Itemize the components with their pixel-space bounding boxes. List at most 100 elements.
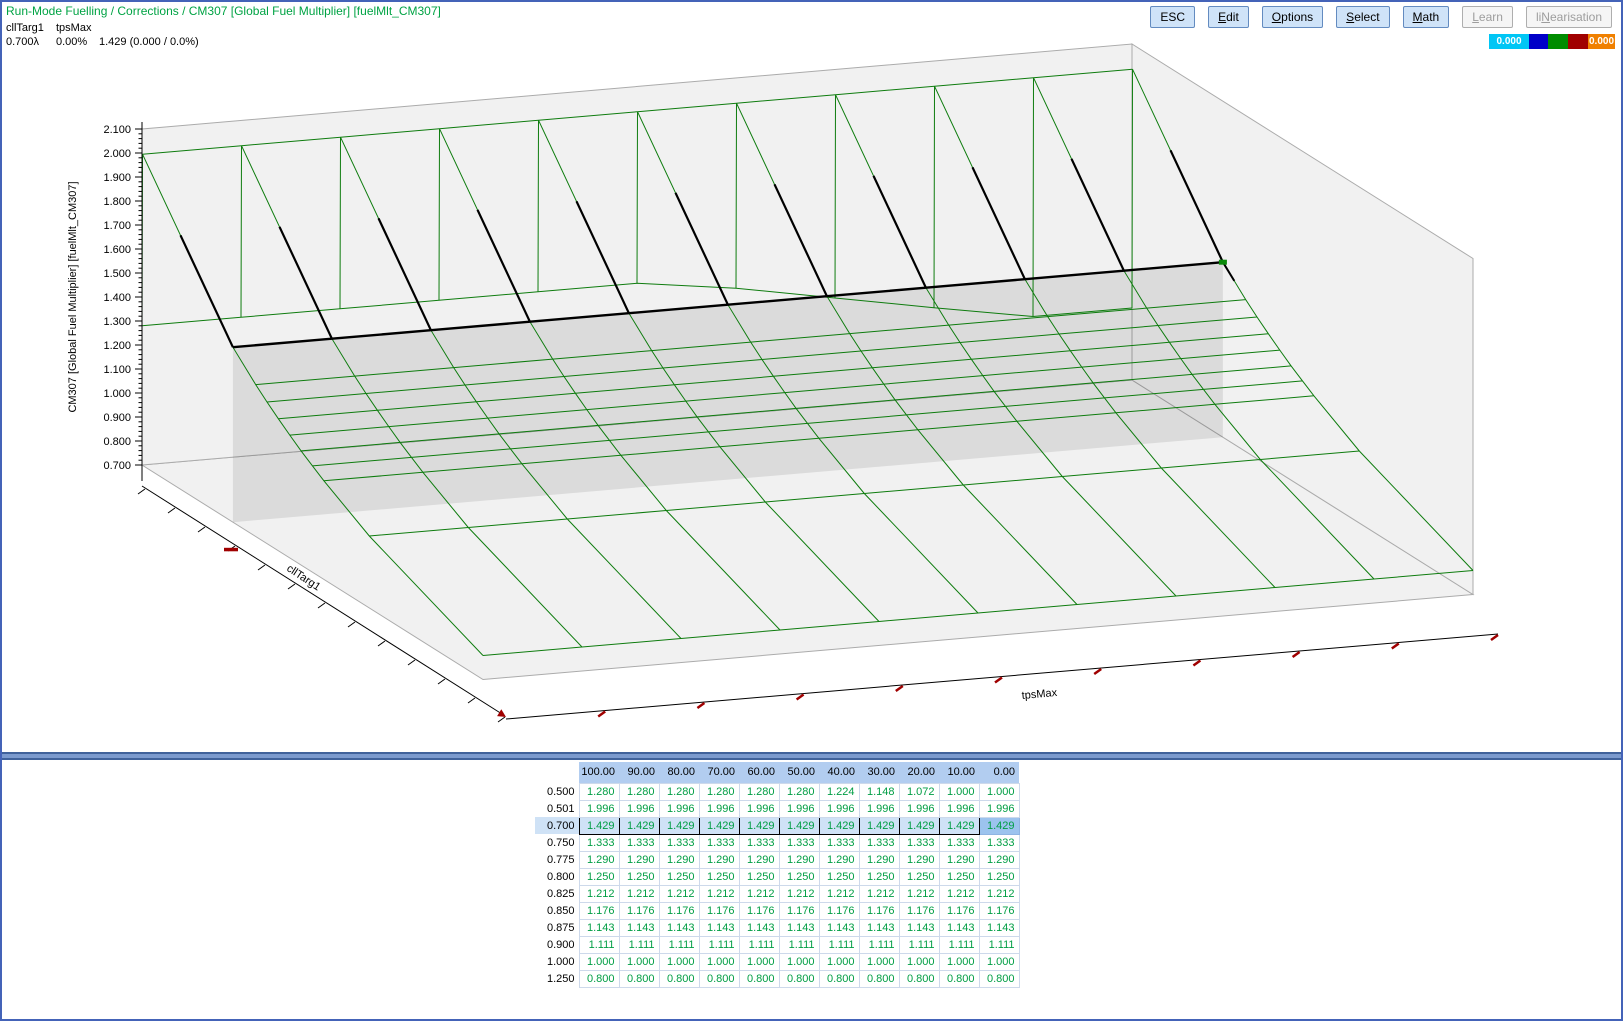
table-cell[interactable]: 1.280: [659, 783, 699, 800]
table-cell[interactable]: 1.000: [859, 953, 899, 970]
table-cell[interactable]: 1.143: [699, 919, 739, 936]
table-cell[interactable]: 0.800: [659, 970, 699, 987]
table-cell[interactable]: 1.250: [939, 868, 979, 885]
table-cell[interactable]: 1.996: [699, 800, 739, 817]
table-cell[interactable]: 1.280: [619, 783, 659, 800]
table-cell[interactable]: 1.429: [859, 817, 899, 834]
table-cell[interactable]: 1.176: [779, 902, 819, 919]
table-cell[interactable]: 1.212: [899, 885, 939, 902]
select-button[interactable]: Select: [1336, 6, 1389, 28]
table-cell[interactable]: 1.176: [619, 902, 659, 919]
table-cell[interactable]: 1.111: [779, 936, 819, 953]
table-cell[interactable]: 0.800: [619, 970, 659, 987]
table-cell[interactable]: 1.176: [979, 902, 1019, 919]
table-cell[interactable]: 1.000: [819, 953, 859, 970]
table-cell[interactable]: 0.800: [819, 970, 859, 987]
table-cell[interactable]: 1.333: [739, 834, 779, 851]
table-cell[interactable]: 1.996: [579, 800, 619, 817]
table-cell[interactable]: 1.176: [819, 902, 859, 919]
table-cell[interactable]: 1.250: [699, 868, 739, 885]
table-cell[interactable]: 1.429: [699, 817, 739, 834]
table-cell[interactable]: 1.176: [859, 902, 899, 919]
table-cell[interactable]: 1.212: [939, 885, 979, 902]
table-cell[interactable]: 1.280: [699, 783, 739, 800]
table-cell[interactable]: 0.800: [779, 970, 819, 987]
table-cell[interactable]: 1.148: [859, 783, 899, 800]
table-cell[interactable]: 1.290: [699, 851, 739, 868]
table-cell[interactable]: 1.290: [979, 851, 1019, 868]
table-cell[interactable]: 1.111: [699, 936, 739, 953]
table-cell[interactable]: 1.333: [819, 834, 859, 851]
table-cell[interactable]: 1.212: [659, 885, 699, 902]
table-cell[interactable]: 1.996: [939, 800, 979, 817]
table-cell[interactable]: 1.996: [899, 800, 939, 817]
table-cell[interactable]: 1.143: [979, 919, 1019, 936]
table-cell[interactable]: 1.143: [939, 919, 979, 936]
table-cell[interactable]: 1.212: [619, 885, 659, 902]
table-cell[interactable]: 1.250: [739, 868, 779, 885]
table-cell[interactable]: 1.429: [659, 817, 699, 834]
table-cell[interactable]: 1.290: [659, 851, 699, 868]
table-cell[interactable]: 1.111: [579, 936, 619, 953]
table-cell[interactable]: 1.996: [619, 800, 659, 817]
table-cell[interactable]: 1.143: [619, 919, 659, 936]
table-cell[interactable]: 1.996: [739, 800, 779, 817]
table-cell[interactable]: 0.800: [899, 970, 939, 987]
table-cell[interactable]: 1.000: [779, 953, 819, 970]
surface-plot[interactable]: 2.1002.0001.9001.8001.7001.6001.5001.400…: [2, 2, 1623, 755]
table-cell[interactable]: 1.290: [899, 851, 939, 868]
table-cell[interactable]: 0.800: [939, 970, 979, 987]
table-cell[interactable]: 1.250: [579, 868, 619, 885]
table-cell[interactable]: 1.429: [779, 817, 819, 834]
table-cell[interactable]: 1.996: [779, 800, 819, 817]
table-cell[interactable]: 1.212: [819, 885, 859, 902]
table-cell[interactable]: 1.000: [979, 953, 1019, 970]
table-cell[interactable]: 1.111: [659, 936, 699, 953]
math-button[interactable]: Math: [1403, 6, 1450, 28]
table-cell[interactable]: 1.111: [979, 936, 1019, 953]
table-cell[interactable]: 1.212: [699, 885, 739, 902]
table-cell[interactable]: 1.290: [859, 851, 899, 868]
table-cell[interactable]: 1.212: [779, 885, 819, 902]
table-cell[interactable]: 1.280: [579, 783, 619, 800]
table-cell[interactable]: 1.176: [939, 902, 979, 919]
options-button[interactable]: Options: [1262, 6, 1323, 28]
table-cell[interactable]: 1.429: [739, 817, 779, 834]
table-cell[interactable]: 0.800: [699, 970, 739, 987]
table-cell[interactable]: 1.290: [579, 851, 619, 868]
table-cell[interactable]: 1.000: [899, 953, 939, 970]
table-cell[interactable]: 1.000: [659, 953, 699, 970]
esc-button[interactable]: ESC: [1150, 6, 1195, 28]
table-cell[interactable]: 1.333: [659, 834, 699, 851]
table-cell[interactable]: 1.333: [779, 834, 819, 851]
table-cell[interactable]: 1.212: [579, 885, 619, 902]
table-cell[interactable]: 1.333: [699, 834, 739, 851]
table-cell[interactable]: 0.800: [739, 970, 779, 987]
table-cell[interactable]: 1.429: [939, 817, 979, 834]
table-cell[interactable]: 1.111: [939, 936, 979, 953]
table-cell[interactable]: 1.250: [899, 868, 939, 885]
table-cell[interactable]: 1.111: [819, 936, 859, 953]
table-cell[interactable]: 1.250: [979, 868, 1019, 885]
table-cell[interactable]: 1.250: [659, 868, 699, 885]
table-cell[interactable]: 1.429: [579, 817, 619, 834]
table-cell[interactable]: 1.176: [699, 902, 739, 919]
edit-button[interactable]: Edit: [1208, 6, 1249, 28]
table-cell[interactable]: 1.333: [939, 834, 979, 851]
table-cell[interactable]: 1.290: [739, 851, 779, 868]
table-cell[interactable]: 1.290: [819, 851, 859, 868]
table-cell[interactable]: 1.996: [859, 800, 899, 817]
table-cell[interactable]: 1.333: [899, 834, 939, 851]
table-cell[interactable]: 1.333: [859, 834, 899, 851]
table-cell[interactable]: 1.429: [819, 817, 859, 834]
table-cell[interactable]: 1.333: [579, 834, 619, 851]
table-cell[interactable]: 0.800: [859, 970, 899, 987]
table-cell[interactable]: 1.333: [979, 834, 1019, 851]
table-cell[interactable]: 1.143: [739, 919, 779, 936]
table-cell[interactable]: 1.212: [979, 885, 1019, 902]
table-cell[interactable]: 1.176: [739, 902, 779, 919]
table-cell[interactable]: 1.143: [779, 919, 819, 936]
table-cell[interactable]: 1.000: [619, 953, 659, 970]
table-cell[interactable]: 1.000: [979, 783, 1019, 800]
table-cell[interactable]: 1.250: [619, 868, 659, 885]
